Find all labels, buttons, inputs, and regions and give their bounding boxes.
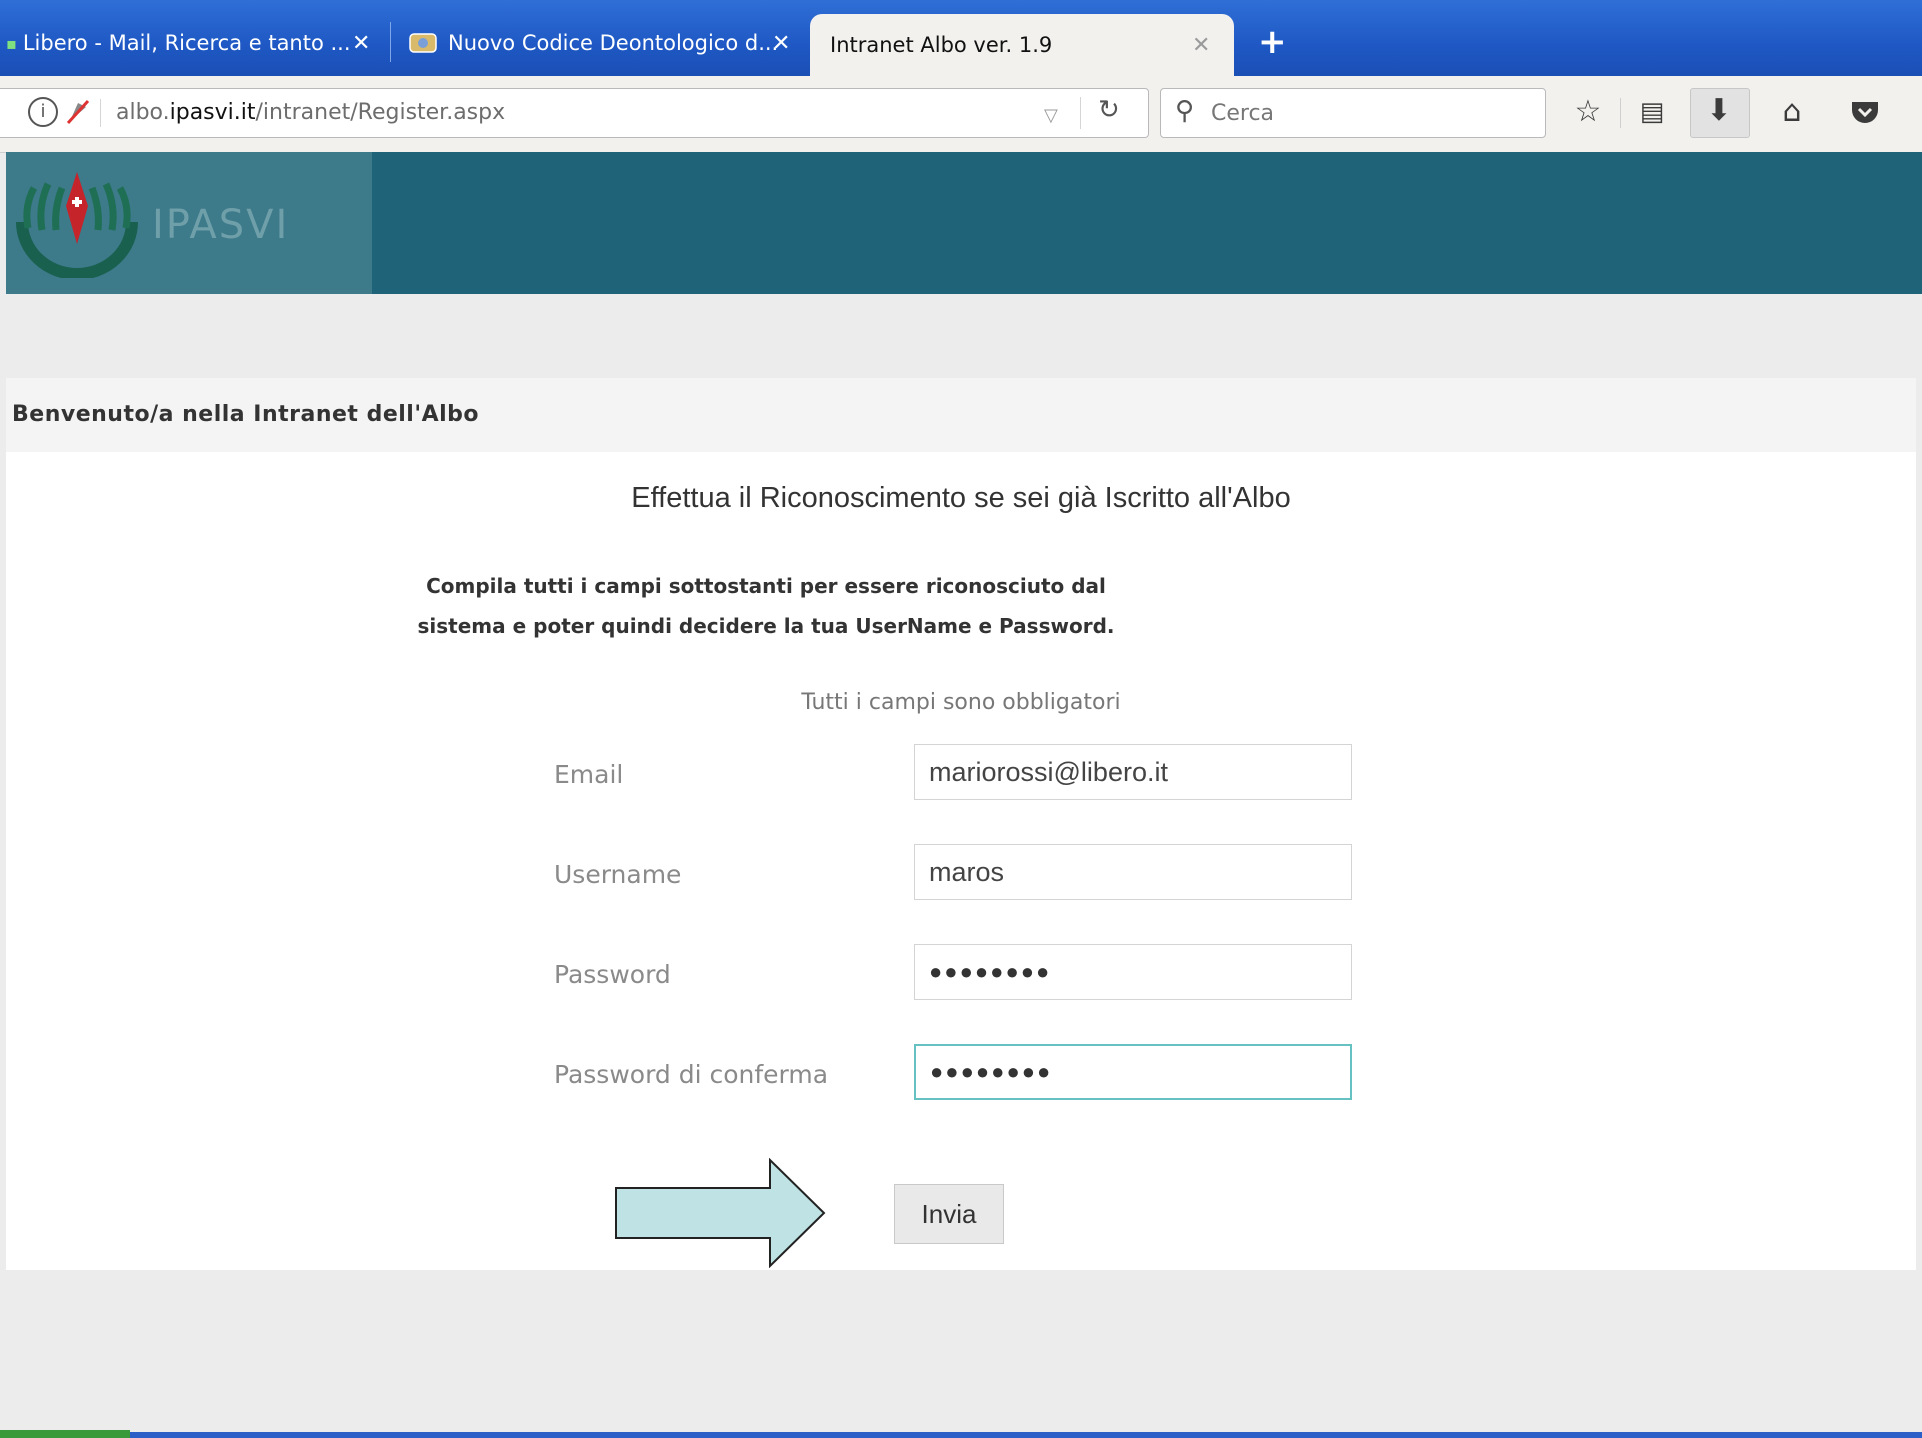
mixed-content-shield-icon[interactable] — [66, 99, 90, 125]
navigation-toolbar: i albo.ipasvi.it/intranet/Register.aspx … — [0, 76, 1922, 153]
tab-libero[interactable]: ▪ Libero - Mail, Ricerca e tanto ... ✕ — [6, 20, 370, 66]
favicon-icon: ▪ — [6, 33, 17, 53]
reading-list-icon[interactable]: ▤ — [1630, 90, 1674, 134]
new-tab-button[interactable]: + — [1258, 20, 1287, 64]
welcome-text: Benvenuto/a nella Intranet dell'Albo — [12, 402, 480, 427]
home-icon[interactable]: ⌂ — [1770, 90, 1814, 134]
email-label: Email — [554, 760, 624, 789]
tab-label: Libero - Mail, Ricerca e tanto ... — [22, 31, 351, 55]
download-icon: ⬇ — [1706, 93, 1732, 128]
site-info-icon[interactable]: i — [28, 97, 58, 127]
password-confirm-label: Password di conferma — [554, 1060, 829, 1089]
taskbar-edge — [130, 1432, 1922, 1438]
url-divider — [100, 99, 101, 127]
pocket-icon[interactable] — [1850, 98, 1880, 126]
tab-close-icon[interactable]: ✕ — [772, 31, 790, 56]
search-placeholder: Cerca — [1211, 101, 1275, 126]
start-button-edge — [0, 1430, 130, 1438]
tab-label: Nuovo Codice Deontologico d... — [448, 31, 779, 55]
tab-close-icon[interactable]: ✕ — [352, 31, 370, 56]
url-bar[interactable]: i albo.ipasvi.it/intranet/Register.aspx … — [0, 88, 1149, 138]
tab-label: Intranet Albo ver. 1.9 — [830, 33, 1053, 57]
reload-icon[interactable]: ↻ — [1098, 95, 1120, 125]
emblem-icon — [409, 33, 437, 53]
tab-close-icon[interactable]: ✕ — [1192, 33, 1210, 58]
submit-button[interactable]: Invia — [894, 1184, 1004, 1244]
tab-codice-deontologico[interactable]: Nuovo Codice Deontologico d... ✕ — [408, 20, 790, 66]
password-field[interactable] — [914, 944, 1352, 1000]
registration-panel: Benvenuto/a nella Intranet dell'Albo Eff… — [6, 378, 1916, 1270]
search-icon: ⚲ — [1175, 96, 1195, 126]
search-bar[interactable]: ⚲ Cerca — [1160, 88, 1546, 138]
required-fields-note: Tutti i campi sono obbligatori — [801, 690, 1121, 715]
toolbar-divider — [1620, 98, 1621, 128]
ipasvi-logo-icon — [16, 172, 138, 278]
url-text[interactable]: albo.ipasvi.it/intranet/Register.aspx — [116, 100, 505, 125]
logo[interactable]: IPASVI — [6, 152, 372, 294]
download-button[interactable]: ⬇ — [1690, 88, 1750, 138]
page-heading: Effettua il Riconoscimento se sei già Is… — [631, 482, 1291, 514]
username-label: Username — [554, 860, 682, 889]
instructions-text: Compila tutti i campi sottostanti per es… — [417, 574, 1115, 638]
logo-text: IPASVI — [152, 202, 290, 248]
annotation-arrow-icon — [615, 1158, 826, 1268]
password-label: Password — [554, 960, 671, 989]
tab-divider — [390, 22, 391, 62]
bookmark-star-icon[interactable]: ☆ — [1566, 90, 1610, 134]
url-history-dropdown-icon[interactable]: ▽ — [1044, 105, 1058, 126]
email-field[interactable] — [914, 744, 1352, 800]
url-divider — [1080, 97, 1081, 129]
site-header: IPASVI — [6, 152, 1922, 294]
tab-intranet-albo[interactable]: Intranet Albo ver. 1.9 ✕ — [810, 14, 1234, 76]
welcome-bar: Benvenuto/a nella Intranet dell'Albo — [6, 378, 1916, 452]
tab-strip: ▪ Libero - Mail, Ricerca e tanto ... ✕ N… — [0, 0, 1922, 76]
password-confirm-field[interactable] — [914, 1044, 1352, 1100]
username-field[interactable] — [914, 844, 1352, 900]
